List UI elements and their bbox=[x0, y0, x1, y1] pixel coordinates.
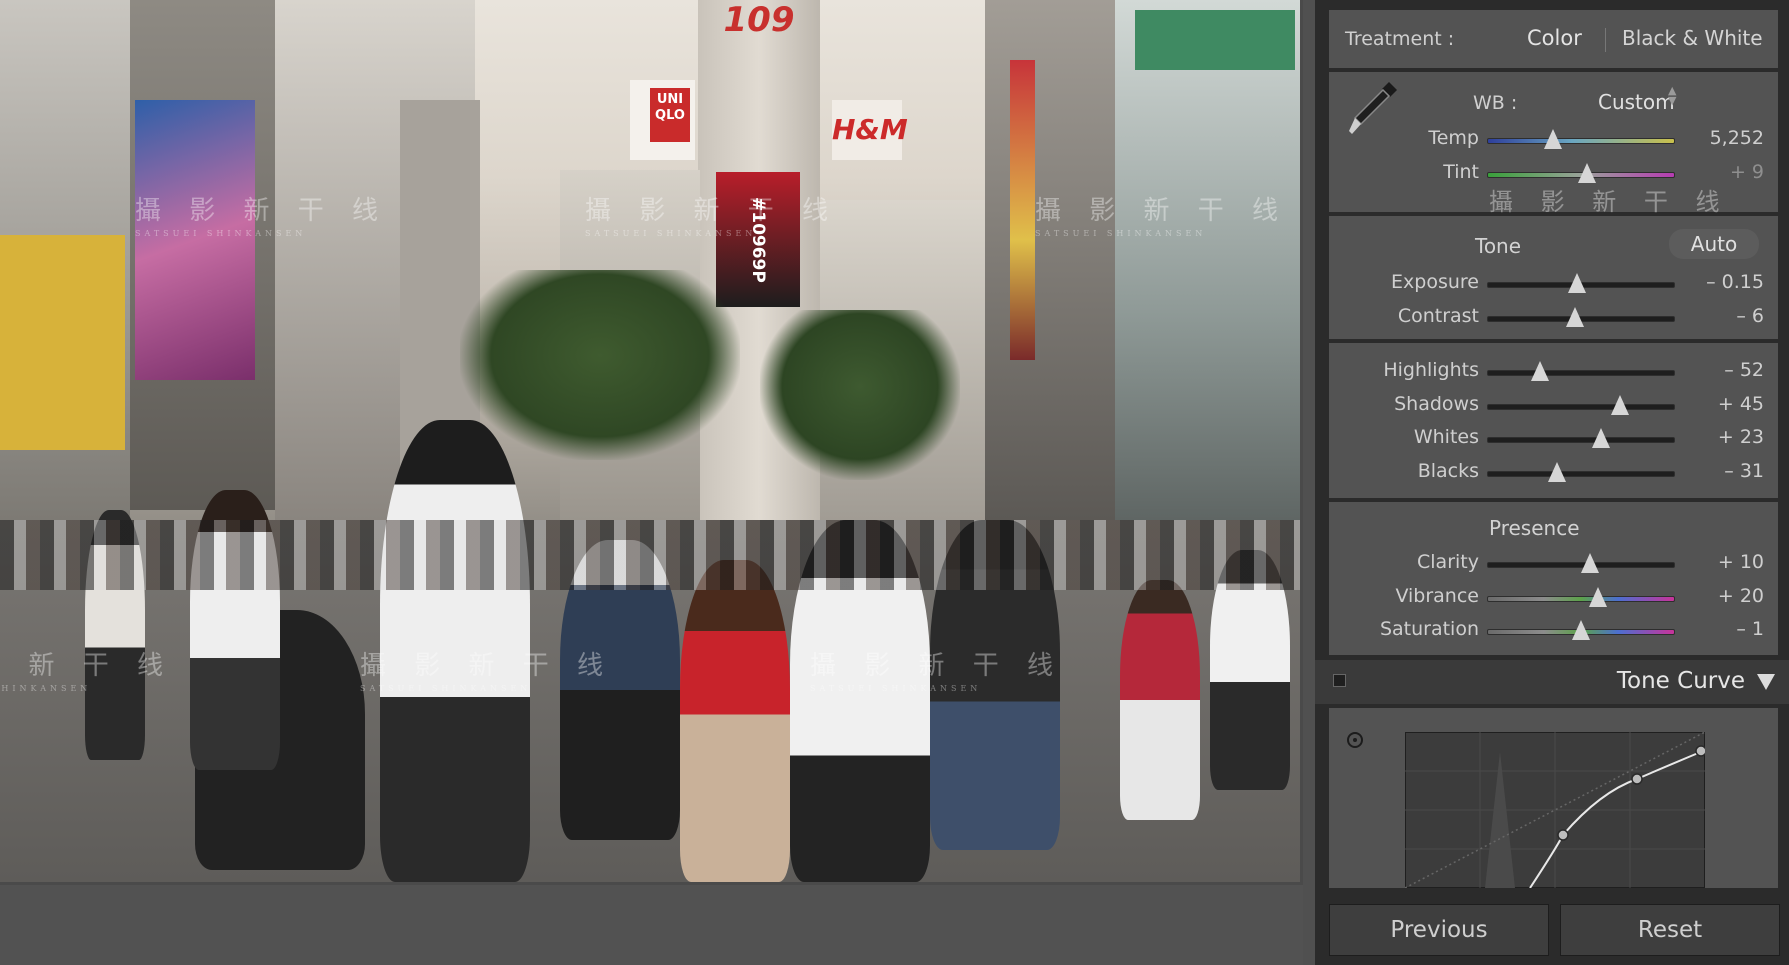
tint-value[interactable]: + 9 bbox=[1684, 161, 1764, 183]
exposure-label: Exposure bbox=[1391, 271, 1479, 293]
building-right-green bbox=[1135, 10, 1295, 70]
saturation-slider[interactable] bbox=[1487, 620, 1675, 640]
curve-point bbox=[1695, 745, 1705, 757]
presence-header: Presence bbox=[1489, 516, 1580, 540]
highlights-slider[interactable] bbox=[1487, 361, 1675, 381]
building-right-signs bbox=[1010, 60, 1035, 360]
whites-slider[interactable] bbox=[1487, 428, 1675, 448]
tower-top-sign: 109 bbox=[723, 0, 795, 40]
contrast-value[interactable]: – 6 bbox=[1684, 305, 1764, 327]
exposure-slider-thumb[interactable] bbox=[1568, 273, 1587, 293]
saturation-value[interactable]: – 1 bbox=[1684, 618, 1764, 640]
treatment-section: Treatment : Color Black & White bbox=[1329, 10, 1778, 68]
contrast-slider[interactable] bbox=[1487, 307, 1675, 327]
shadows-slider[interactable] bbox=[1487, 395, 1675, 415]
watermark: 攝 影 新 干 线SATSUEI SHINKANSEN bbox=[135, 196, 389, 238]
blacks-slider[interactable] bbox=[1487, 462, 1675, 482]
clarity-slider-thumb[interactable] bbox=[1581, 553, 1600, 573]
whites-slider-thumb[interactable] bbox=[1592, 428, 1611, 448]
temp-slider-thumb[interactable] bbox=[1544, 129, 1563, 149]
watermark: 攝 影 新 干 线SATSUEI SHINKANSEN bbox=[1035, 196, 1289, 238]
contrast-slider-thumb[interactable] bbox=[1566, 307, 1585, 327]
tone-curve-toggle-icon[interactable] bbox=[1333, 674, 1346, 687]
uniqlo-sign-red: UNI QLO bbox=[650, 88, 690, 142]
temp-value[interactable]: 5,252 bbox=[1684, 127, 1764, 149]
watermark: 攝 影 新 干 线SATSUEI SHINKANSEN bbox=[360, 651, 614, 693]
shadows-value[interactable]: + 45 bbox=[1684, 393, 1764, 415]
vibrance-slider[interactable] bbox=[1487, 587, 1675, 607]
hm-sign: H&M bbox=[832, 100, 908, 160]
whites-value[interactable]: + 23 bbox=[1684, 426, 1764, 448]
tree-right bbox=[760, 310, 960, 480]
develop-panel: Treatment : Color Black & White WB : Cus… bbox=[1315, 0, 1789, 965]
wb-label: WB : bbox=[1473, 92, 1518, 114]
target-adjust-icon[interactable] bbox=[1347, 732, 1363, 748]
contrast-label: Contrast bbox=[1397, 305, 1479, 327]
collapse-triangle-icon[interactable] bbox=[1757, 674, 1775, 690]
blacks-label: Blacks bbox=[1417, 460, 1479, 482]
shadows-label: Shadows bbox=[1394, 393, 1479, 415]
crowd-background bbox=[0, 520, 1300, 590]
vibrance-label: Vibrance bbox=[1395, 585, 1479, 607]
tone-curve-section bbox=[1329, 708, 1778, 888]
tone-auto-button[interactable]: Auto bbox=[1669, 229, 1759, 259]
previous-button[interactable]: Previous bbox=[1329, 904, 1549, 956]
treatment-bw-button[interactable]: Black & White bbox=[1622, 26, 1763, 50]
vibrance-value[interactable]: + 20 bbox=[1684, 585, 1764, 607]
wb-preset-dropdown[interactable]: Custom bbox=[1598, 90, 1675, 114]
treatment-label: Treatment : bbox=[1345, 28, 1455, 50]
exposure-slider[interactable] bbox=[1487, 273, 1675, 293]
billboard-poster bbox=[135, 100, 255, 380]
clarity-label: Clarity bbox=[1417, 551, 1479, 573]
tone-section: Tone Auto Exposure – 0.15 Contrast – 6 bbox=[1329, 216, 1778, 339]
highlights-value[interactable]: – 52 bbox=[1684, 359, 1764, 381]
white-balance-section: WB : Custom ▲ ▼ Temp 5,252 Tint + 9 攝 影 新… bbox=[1329, 72, 1778, 216]
person-group-3 bbox=[1120, 580, 1200, 820]
street-photo: 109 #10969P UNI QLO H&M 攝 影 新 干 线 SATSUEI… bbox=[0, 0, 1300, 882]
filmstrip-gap bbox=[0, 885, 1303, 965]
tone-curve-graph[interactable] bbox=[1405, 732, 1705, 888]
watermark: 攝 影 新 干 线SATSUEI SHINKANSEN bbox=[585, 196, 839, 238]
highlights-label: Highlights bbox=[1383, 359, 1479, 381]
photo-preview-area: 109 #10969P UNI QLO H&M 攝 影 新 干 线 SATSUEI… bbox=[0, 0, 1303, 885]
temp-label: Temp bbox=[1428, 127, 1479, 149]
chevron-updown-icon[interactable]: ▲ ▼ bbox=[1668, 85, 1676, 106]
blacks-slider-thumb[interactable] bbox=[1547, 462, 1566, 482]
person-red-top bbox=[680, 560, 790, 882]
tone-header: Tone bbox=[1475, 234, 1522, 258]
treatment-color-button[interactable]: Color bbox=[1527, 26, 1582, 50]
whites-label: Whites bbox=[1413, 426, 1479, 448]
clarity-value[interactable]: + 10 bbox=[1684, 551, 1764, 573]
curve-point bbox=[1557, 829, 1569, 841]
treatment-divider bbox=[1605, 28, 1606, 52]
tint-slider[interactable] bbox=[1487, 163, 1675, 183]
building-left-yellow-sign bbox=[0, 235, 125, 450]
vibrance-slider-thumb[interactable] bbox=[1588, 587, 1607, 607]
saturation-slider-thumb[interactable] bbox=[1572, 620, 1590, 640]
watermark: 攝 影 新 干 线SATSUEI SHINKANSEN bbox=[0, 651, 174, 693]
building-right bbox=[985, 0, 1115, 520]
curve-point bbox=[1631, 773, 1643, 785]
reset-button[interactable]: Reset bbox=[1560, 904, 1780, 956]
tone-curve-header[interactable]: Tone Curve bbox=[1315, 660, 1789, 704]
clarity-slider[interactable] bbox=[1487, 553, 1675, 573]
blacks-value[interactable]: – 31 bbox=[1684, 460, 1764, 482]
highlights-slider-thumb[interactable] bbox=[1531, 361, 1550, 381]
watermark: 攝 影 新 干 线 bbox=[1489, 188, 1730, 216]
tone-curve-title: Tone Curve bbox=[1616, 668, 1745, 694]
building-right-2 bbox=[1115, 0, 1300, 520]
presence-section: Presence Clarity + 10 Vibrance + 20 Satu… bbox=[1329, 502, 1778, 655]
exposure-value[interactable]: – 0.15 bbox=[1684, 271, 1764, 293]
tone-detail-section: Highlights – 52 Shadows + 45 Whites + 23… bbox=[1329, 343, 1778, 498]
temp-slider[interactable] bbox=[1487, 129, 1675, 149]
tint-slider-thumb[interactable] bbox=[1577, 163, 1596, 183]
saturation-label: Saturation bbox=[1379, 618, 1479, 640]
tree-left bbox=[460, 270, 740, 460]
watermark: 攝 影 新 干 线SATSUEI SHINKANSEN bbox=[810, 651, 1064, 693]
tint-label: Tint bbox=[1443, 161, 1479, 183]
shadows-slider-thumb[interactable] bbox=[1611, 395, 1630, 415]
